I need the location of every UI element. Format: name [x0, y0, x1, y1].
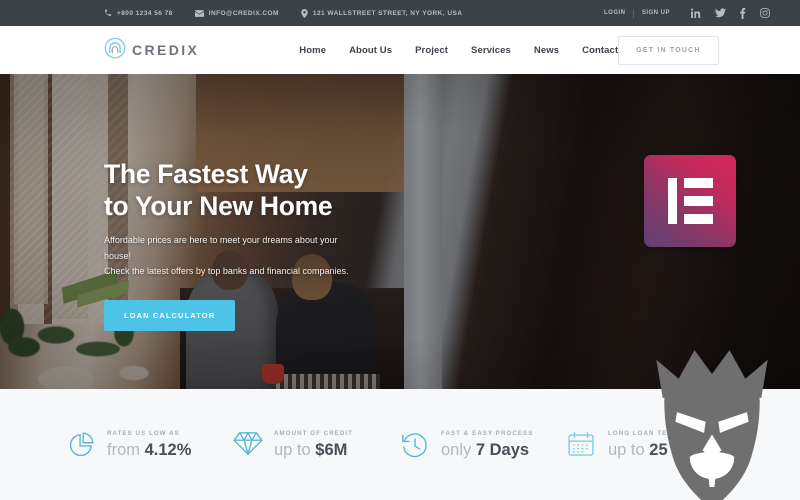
top-bar: +800 1234 56 78 INFO@CREDIX.COM 121 WALL… — [0, 0, 800, 26]
stat-number: 4.12% — [144, 440, 192, 459]
instagram-icon[interactable] — [760, 8, 770, 18]
stat-text: RATES US LOW AS from 4.12% — [107, 430, 191, 460]
nav-item-news[interactable]: News — [534, 45, 559, 56]
hero-title: The Fastest Way to Your New Home — [104, 158, 434, 222]
clock-refresh-icon — [400, 430, 430, 460]
hero-subtitle: Affordable prices are here to meet your … — [104, 233, 354, 279]
brand-name: CREDIX — [132, 42, 200, 58]
linkedin-icon[interactable] — [691, 8, 701, 18]
stat-number: 7 Days — [475, 440, 530, 459]
stat-value: up to $6M — [274, 441, 353, 460]
hero-subtitle-line-2: Check the latest offers by top banks and… — [104, 266, 349, 277]
stat-item-process: FAST & EASY PROCESS only 7 Days — [400, 430, 567, 460]
stat-label: FAST & EASY PROCESS — [441, 429, 534, 437]
hero-section: The Fastest Way to Your New Home Afforda… — [0, 74, 800, 389]
stats-bar: RATES US LOW AS from 4.12% AMOUNT OF CRE… — [0, 389, 800, 500]
phone-number: +800 1234 56 78 — [117, 9, 173, 17]
brand-logo[interactable]: CREDIX — [104, 37, 199, 64]
auth-links: LOGIN | SIGN UP — [604, 7, 670, 18]
top-bar-right-group: LOGIN | SIGN UP — [604, 7, 770, 19]
loan-calculator-button[interactable]: LOAN CALCULATOR — [104, 299, 236, 331]
stat-item-amount: AMOUNT OF CREDIT up to $6M — [233, 430, 400, 460]
signup-link[interactable]: SIGN UP — [642, 10, 670, 16]
nav-item-services[interactable]: Services — [471, 45, 511, 56]
get-in-touch-button[interactable]: GET IN TOUCH — [618, 35, 719, 65]
nav-item-contact[interactable]: Contact — [582, 45, 618, 56]
login-link[interactable]: LOGIN — [604, 10, 626, 16]
social-links — [691, 7, 770, 19]
stat-value: from 4.12% — [107, 441, 191, 460]
stat-label: LONG LOAN TERM — [608, 429, 680, 437]
map-pin-icon — [301, 8, 308, 18]
email-contact[interactable]: INFO@CREDIX.COM — [194, 9, 279, 17]
main-navigation: Home About Us Project Services News Cont… — [299, 45, 618, 56]
site-header: CREDIX Home About Us Project Services Ne… — [0, 26, 800, 74]
top-bar-contact-group: +800 1234 56 78 INFO@CREDIX.COM 121 WALL… — [104, 8, 463, 18]
stat-value: only 7 Days — [441, 441, 533, 460]
auth-separator: | — [632, 7, 635, 18]
elementor-mark-icon — [667, 178, 713, 224]
calendar-icon — [567, 430, 597, 460]
stat-text: FAST & EASY PROCESS only 7 Days — [441, 430, 533, 460]
nav-item-about-us[interactable]: About Us — [349, 45, 392, 56]
stat-prefix: only — [441, 440, 476, 459]
credix-arch-logo-icon — [104, 37, 126, 64]
facebook-icon[interactable] — [740, 7, 746, 19]
hero-title-line-1: The Fastest Way — [104, 159, 308, 189]
stat-label: AMOUNT OF CREDIT — [274, 429, 354, 437]
diamond-icon — [233, 430, 263, 460]
hero-content: The Fastest Way to Your New Home Afforda… — [104, 158, 434, 331]
elementor-logo[interactable] — [644, 155, 736, 247]
stat-item-term: LONG LOAN TERM up to 25 Years — [567, 430, 734, 460]
stat-prefix: from — [107, 440, 145, 459]
page-root: +800 1234 56 78 INFO@CREDIX.COM 121 WALL… — [0, 0, 800, 500]
email-address: INFO@CREDIX.COM — [208, 9, 279, 17]
stat-prefix: up to — [274, 440, 316, 459]
address-contact[interactable]: 121 WALLSTREET STREET, NY YORK, USA — [301, 8, 463, 18]
stat-value: up to 25 Years — [608, 441, 716, 460]
pie-chart-icon — [66, 430, 96, 460]
stat-item-rates: RATES US LOW AS from 4.12% — [66, 430, 233, 460]
phone-contact[interactable]: +800 1234 56 78 — [104, 9, 173, 17]
hero-title-line-2: to Your New Home — [104, 191, 333, 222]
stat-number: 25 Years — [649, 440, 716, 459]
stat-text: AMOUNT OF CREDIT up to $6M — [274, 430, 353, 460]
stat-text: LONG LOAN TERM up to 25 Years — [608, 430, 716, 460]
phone-icon — [104, 9, 112, 17]
twitter-icon[interactable] — [715, 8, 726, 18]
stat-label: RATES US LOW AS — [107, 429, 180, 437]
stat-number: $6M — [315, 440, 348, 459]
stat-prefix: up to — [608, 440, 650, 459]
nav-item-project[interactable]: Project — [415, 45, 448, 56]
envelope-icon — [194, 9, 204, 17]
address-text: 121 WALLSTREET STREET, NY YORK, USA — [312, 9, 463, 17]
nav-item-home[interactable]: Home — [299, 45, 326, 56]
hero-subtitle-line-1: Affordable prices are here to meet your … — [104, 235, 338, 261]
